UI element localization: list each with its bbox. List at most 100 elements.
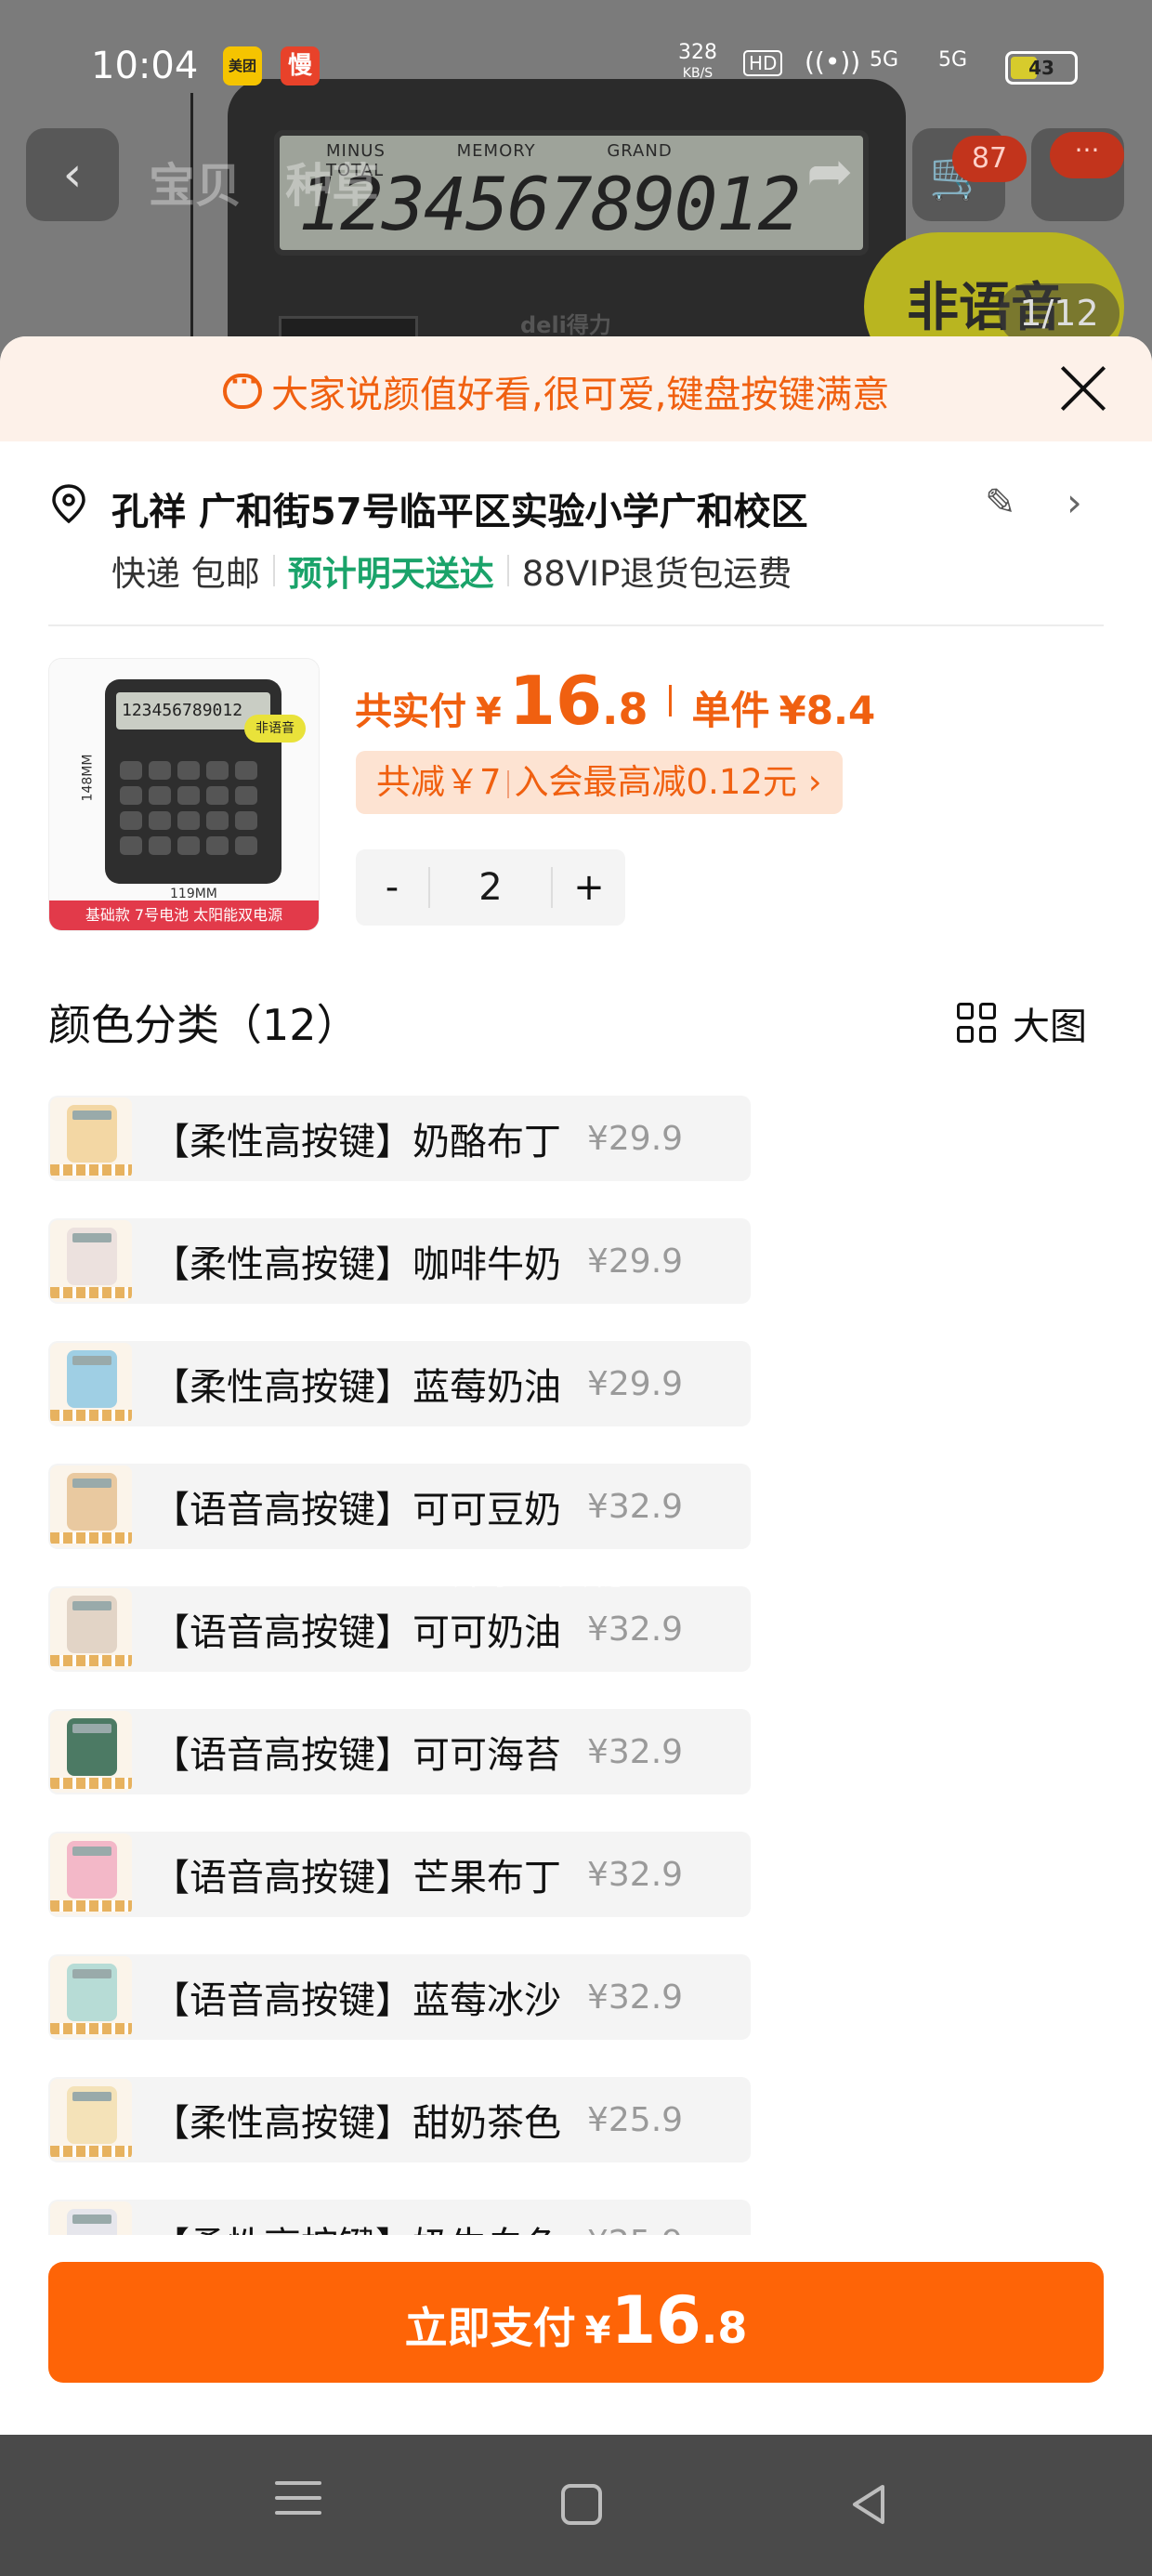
variant-screen	[72, 1356, 111, 1365]
currency-symbol: ¥	[476, 690, 502, 733]
share-icon[interactable]: ➦	[806, 139, 853, 204]
thumb-tag: 非语音	[244, 715, 306, 743]
key	[235, 811, 257, 830]
key	[206, 811, 229, 830]
chevron-right-icon[interactable]: ›	[1067, 480, 1082, 525]
variant-option[interactable]: 【柔性高按键】蓝莓奶油 ¥29.9	[48, 1341, 751, 1426]
variant-thumbnail	[50, 1833, 132, 1915]
key	[206, 836, 229, 855]
quantity-input[interactable]: 2	[428, 867, 553, 908]
review-banner: 大家说颜值好看,很可爱,键盘按键满意	[0, 336, 1152, 441]
back-triangle-icon[interactable]	[845, 2481, 892, 2528]
variant-option[interactable]: 【语音高按键】可可豆奶 ¥32.9	[48, 1464, 751, 1549]
grid-icon	[957, 1003, 998, 1044]
variant-price: ¥25.9	[587, 2224, 683, 2236]
price-summary: 共实付 ¥ 16 .8 单件 ¥8.4	[355, 662, 875, 740]
address-row[interactable]: 孔祥 广和街57号临平区实验小学广和校区 ✎ ›	[46, 476, 1106, 533]
variant-price: ¥32.9	[587, 1732, 684, 1771]
key	[177, 761, 200, 780]
thumb-width: 119MM	[170, 887, 217, 901]
cart-count-badge: 87	[952, 136, 1027, 182]
home-icon[interactable]	[561, 2484, 602, 2525]
net-speed-unit: KB/S	[682, 66, 713, 81]
variant-name: 【柔性高按键】蓝莓奶油	[152, 1366, 561, 1409]
net-speed-value: 328	[678, 41, 717, 64]
big-view-toggle[interactable]: 大图	[957, 996, 1087, 1050]
variant-name: 【柔性高按键】奶牛白色	[152, 2215, 561, 2235]
key	[177, 786, 200, 805]
watermark: 帅余宝贝秘	[451, 1555, 628, 1593]
network-speed: 328 KB/S	[678, 43, 717, 84]
variants-title: 颜色分类（12）	[48, 1000, 360, 1050]
divider	[506, 555, 509, 586]
total-int: 16	[508, 662, 603, 740]
variant-option[interactable]: 【柔性高按键】奶牛白色 ¥25.9	[48, 2200, 751, 2235]
variant-name: 【语音高按键】可可豆奶	[152, 1489, 561, 1531]
variant-screen	[72, 1111, 111, 1120]
variant-price: ¥29.9	[587, 1119, 684, 1158]
key	[235, 786, 257, 805]
variant-name: 【柔性高按键】咖啡牛奶	[152, 1243, 561, 1286]
banner-content: 大家说颜值好看,很可爱,键盘按键满意	[223, 364, 889, 418]
variant-option[interactable]: 【语音高按键】蓝莓冰沙 ¥32.9	[48, 1954, 751, 2040]
variant-caption-strip	[50, 1164, 132, 1176]
pay-amount-int: 16	[610, 2282, 701, 2359]
variant-caption-strip	[50, 1900, 132, 1912]
variant-caption-strip	[50, 1287, 132, 1298]
back-button[interactable]: ‹	[26, 128, 119, 221]
close-icon[interactable]	[1057, 362, 1109, 414]
divider	[272, 555, 275, 586]
calc-label: GRAND	[607, 141, 673, 161]
variant-option[interactable]: 【柔性高按键】奶酪布丁 ¥29.9	[48, 1096, 751, 1181]
key	[120, 786, 142, 805]
banner-text: 大家说颜值好看,很可爱,键盘按键满意	[271, 374, 890, 416]
quantity-stepper: - 2 +	[356, 849, 625, 926]
variant-name: 【语音高按键】蓝莓冰沙	[152, 1979, 561, 2022]
checkout-sheet: 大家说颜值好看,很可爱,键盘按键满意 孔祥 广和街57号临平区实验小学广和校区 …	[0, 336, 1152, 2435]
discount-pill[interactable]: 共减￥7 入会最高减0.12元 ›	[356, 751, 843, 814]
man-app-icon: 慢	[281, 46, 320, 85]
key	[206, 786, 229, 805]
location-pin-icon	[52, 484, 85, 524]
decrease-button[interactable]: -	[356, 866, 428, 909]
variant-option[interactable]: 【语音高按键】可可海苔 ¥32.9	[48, 1709, 751, 1794]
variant-name: 【语音高按键】芒果布丁	[152, 1857, 561, 1899]
key	[120, 836, 142, 855]
variant-name: 【语音高按键】可可海苔	[152, 1734, 561, 1777]
chat-bubble-icon	[223, 368, 262, 409]
section-divider	[48, 624, 1104, 626]
pay-now-button[interactable]: 立即支付 ¥ 16 .8	[48, 2262, 1104, 2383]
variant-option[interactable]: 【语音高按键】芒果布丁 ¥32.9	[48, 1832, 751, 1917]
battery-level: 43	[1028, 57, 1054, 79]
variant-name: 【语音高按键】可可奶油	[152, 1611, 561, 1654]
variant-price: ¥29.9	[587, 1242, 684, 1281]
key	[149, 761, 171, 780]
variant-price: ¥32.9	[587, 1978, 684, 2017]
tab-seed[interactable]: 种草	[285, 159, 378, 213]
increase-button[interactable]: +	[553, 866, 625, 909]
variant-option[interactable]: 【语音高按键】可可奶油 ¥32.9	[48, 1586, 751, 1672]
discount-total: 共减￥7	[376, 762, 502, 802]
variant-screen	[72, 1847, 111, 1856]
variant-screen	[72, 1233, 111, 1242]
meituan-icon: 美团	[223, 46, 262, 85]
product-thumbnail[interactable]: 123456789012 非语音 148MM 119MM 基础款 7号电池 太阳…	[48, 658, 320, 931]
variant-option[interactable]: 【柔性高按键】甜奶茶色 ¥25.9	[48, 2077, 751, 2162]
variant-thumbnail	[50, 1956, 132, 2038]
pay-label: 立即支付	[404, 2303, 576, 2353]
thumb-keypad	[120, 761, 268, 855]
variant-thumbnail	[50, 1465, 132, 1547]
tab-item[interactable]: 宝贝	[149, 159, 242, 213]
unit-label: 单件	[691, 688, 770, 733]
more-badge: ···	[1050, 132, 1124, 178]
variant-thumbnail	[50, 1220, 132, 1302]
variant-thumbnail	[50, 1343, 132, 1425]
membership-discount: 入会最高减0.12元 ›	[514, 762, 822, 802]
variant-price: ¥32.9	[587, 1610, 684, 1649]
pay-amount-dec: .8	[700, 2303, 748, 2353]
variant-option[interactable]: 【柔性高按键】咖啡牛奶 ¥29.9	[48, 1218, 751, 1304]
edit-pencil-icon[interactable]: ✎	[985, 481, 1016, 524]
recent-apps-icon[interactable]	[275, 2481, 321, 2528]
key	[235, 836, 257, 855]
wifi-icon: ((•))	[805, 46, 861, 77]
